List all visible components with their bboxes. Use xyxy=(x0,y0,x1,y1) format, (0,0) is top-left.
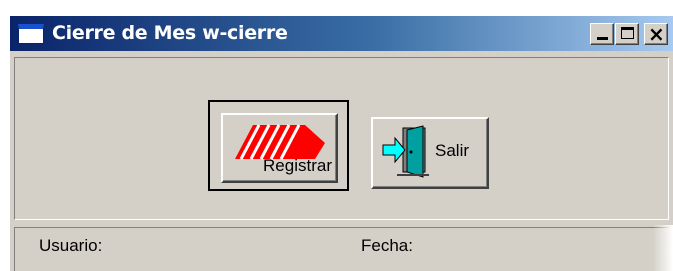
close-button[interactable]: × xyxy=(644,22,668,46)
maximize-icon xyxy=(621,27,634,39)
minimize-button[interactable] xyxy=(590,23,614,45)
window-title: Cierre de Mes w-cierre xyxy=(52,22,288,44)
status-bar: Usuario: Fecha: xyxy=(14,227,669,271)
button-panel: Registrar Salir xyxy=(14,57,669,220)
registrar-button[interactable]: Registrar xyxy=(221,113,338,183)
window-edge-shadow xyxy=(653,225,673,271)
window-icon[interactable] xyxy=(18,24,44,44)
close-icon: × xyxy=(648,22,665,46)
client-area: Registrar Salir Usuario: Fecha: xyxy=(10,51,673,271)
title-bar[interactable]: Cierre de Mes w-cierre × xyxy=(10,16,673,51)
exit-door-icon xyxy=(382,125,429,178)
salir-button[interactable]: Salir xyxy=(371,117,489,189)
fecha-label: Fecha: xyxy=(361,236,413,255)
minimize-icon xyxy=(597,37,608,40)
maximize-button[interactable] xyxy=(615,23,639,45)
salir-label: Salir xyxy=(435,141,470,160)
registrar-label: Registrar xyxy=(263,156,332,175)
usuario-label: Usuario: xyxy=(39,236,103,255)
window: Cierre de Mes w-cierre × Registrar Salir… xyxy=(10,16,673,271)
